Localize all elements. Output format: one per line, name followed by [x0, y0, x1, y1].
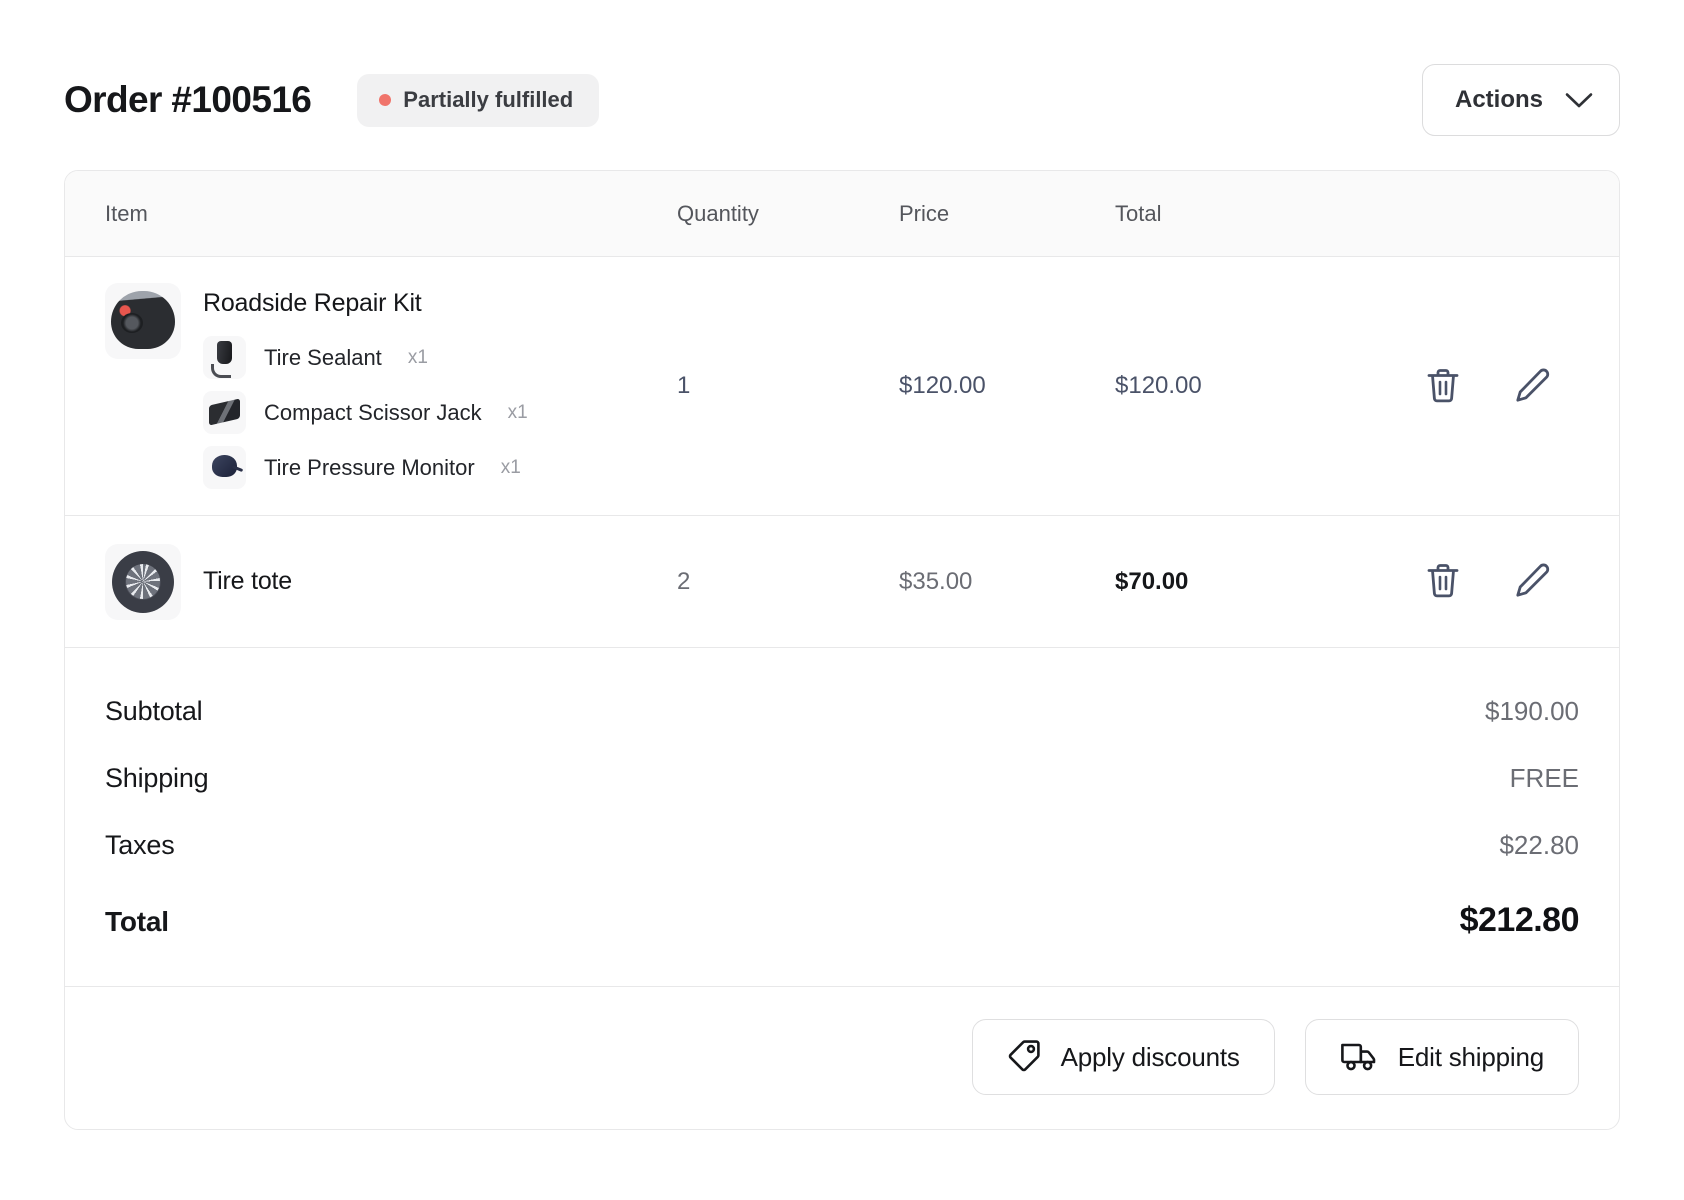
- table-header-row: Item Quantity Price Total: [65, 171, 1619, 257]
- actions-button-label: Actions: [1454, 86, 1543, 113]
- edit-line-item-button[interactable]: [1511, 364, 1555, 408]
- product-info: Roadside Repair Kit Tire Sealant x1 Comp: [105, 257, 677, 515]
- table-row: Tire tote 2 $35.00 $70.00: [65, 516, 1619, 648]
- order-page: Order #100516 Partially fulfilled Action…: [0, 0, 1684, 1130]
- quantity-value: 1: [677, 372, 691, 399]
- order-line-items-card: Item Quantity Price Total Roadside Repai…: [64, 170, 1620, 1130]
- summary-row-shipping: Shipping FREE: [105, 763, 1579, 794]
- column-header-quantity: Quantity: [677, 200, 759, 226]
- list-item: Tire Pressure Monitor x1: [203, 446, 528, 489]
- total-value: $70.00: [1115, 567, 1189, 595]
- column-header-total: Total: [1115, 200, 1162, 226]
- subtotal-value: $190.00: [1485, 696, 1579, 726]
- page-title: Order #100516: [64, 79, 312, 120]
- trash-icon: [1426, 562, 1460, 601]
- order-total-value: $212.80: [1459, 901, 1580, 939]
- chevron-down-icon: [1565, 92, 1593, 109]
- total-cell: $70.00: [1115, 568, 1345, 596]
- variant-quantity: x1: [500, 456, 521, 478]
- list-item: Tire Sealant x1: [203, 336, 528, 379]
- variant-name: Tire Sealant: [264, 344, 382, 370]
- row-actions: [1345, 364, 1579, 408]
- product-name: Roadside Repair Kit: [203, 289, 422, 317]
- summary-row-subtotal: Subtotal $190.00: [105, 696, 1579, 727]
- product-info: Tire tote: [105, 518, 677, 646]
- truck-icon: [1340, 1040, 1378, 1075]
- status-badge: Partially fulfilled: [357, 73, 600, 127]
- tire-tote-image: [105, 543, 181, 620]
- order-summary: Subtotal $190.00 Shipping FREE Taxes $22…: [65, 648, 1619, 987]
- actions-button[interactable]: Actions: [1421, 64, 1620, 136]
- quantity-value: 2: [677, 567, 691, 595]
- apply-discounts-button[interactable]: Apply discounts: [971, 1019, 1275, 1095]
- taxes-value: $22.80: [1499, 830, 1579, 860]
- product-name: Tire tote: [203, 567, 292, 595]
- summary-row-total: Total $212.80: [105, 901, 1580, 940]
- edit-shipping-button[interactable]: Edit shipping: [1304, 1019, 1579, 1095]
- price-value: $120.00: [899, 372, 986, 399]
- subtotal-label: Subtotal: [105, 696, 203, 726]
- variant-quantity: x1: [507, 401, 528, 423]
- total-cell: $120.00: [1115, 372, 1345, 400]
- taxes-label: Taxes: [105, 830, 175, 860]
- total-label: Total: [105, 906, 169, 937]
- line-item-cell: Tire tote: [105, 518, 677, 646]
- compact-scissor-jack-image: [203, 391, 246, 434]
- pencil-icon: [1515, 367, 1551, 406]
- variant-name: Tire Pressure Monitor: [264, 454, 475, 480]
- price-cell: $120.00: [899, 372, 1115, 400]
- trash-icon: [1426, 367, 1460, 406]
- edit-shipping-label: Edit shipping: [1397, 1041, 1544, 1072]
- column-header-price: Price: [899, 200, 950, 226]
- shipping-label: Shipping: [105, 763, 209, 793]
- row-actions: [1345, 560, 1579, 604]
- column-header-item: Item: [105, 200, 148, 226]
- apply-discounts-label: Apply discounts: [1060, 1041, 1240, 1072]
- total-value: $120.00: [1115, 372, 1202, 399]
- edit-line-item-button[interactable]: [1511, 560, 1555, 604]
- variant-name: Compact Scissor Jack: [264, 399, 482, 425]
- order-header: Order #100516 Partially fulfilled Action…: [64, 58, 1620, 142]
- table-row: Roadside Repair Kit Tire Sealant x1 Comp: [65, 257, 1619, 516]
- order-detail-window: Order #100516 Partially fulfilled Action…: [0, 0, 1684, 1200]
- delete-line-item-button[interactable]: [1421, 364, 1465, 408]
- pencil-icon: [1515, 562, 1551, 601]
- status-badge-label: Partially fulfilled: [403, 86, 574, 112]
- card-footer: Apply discounts Edit shipping: [65, 987, 1619, 1129]
- price-value: $35.00: [899, 567, 973, 595]
- roadside-repair-kit-image: [105, 283, 181, 359]
- summary-row-taxes: Taxes $22.80: [105, 830, 1579, 861]
- tire-sealant-image: [203, 336, 246, 379]
- status-dot-icon: [379, 93, 392, 106]
- shipping-value: FREE: [1509, 763, 1579, 793]
- line-item-cell: Roadside Repair Kit Tire Sealant x1 Comp: [105, 257, 677, 515]
- list-item: Compact Scissor Jack x1: [203, 391, 528, 434]
- price-cell: $35.00: [899, 568, 1115, 596]
- quantity-cell: 1: [677, 372, 899, 400]
- tag-icon: [1007, 1039, 1041, 1076]
- quantity-cell: 2: [677, 568, 899, 596]
- variant-quantity: x1: [407, 346, 428, 368]
- delete-line-item-button[interactable]: [1421, 560, 1465, 604]
- variant-list: Tire Sealant x1 Compact Scissor Jack x1: [203, 336, 528, 489]
- tire-pressure-monitor-image: [203, 446, 246, 489]
